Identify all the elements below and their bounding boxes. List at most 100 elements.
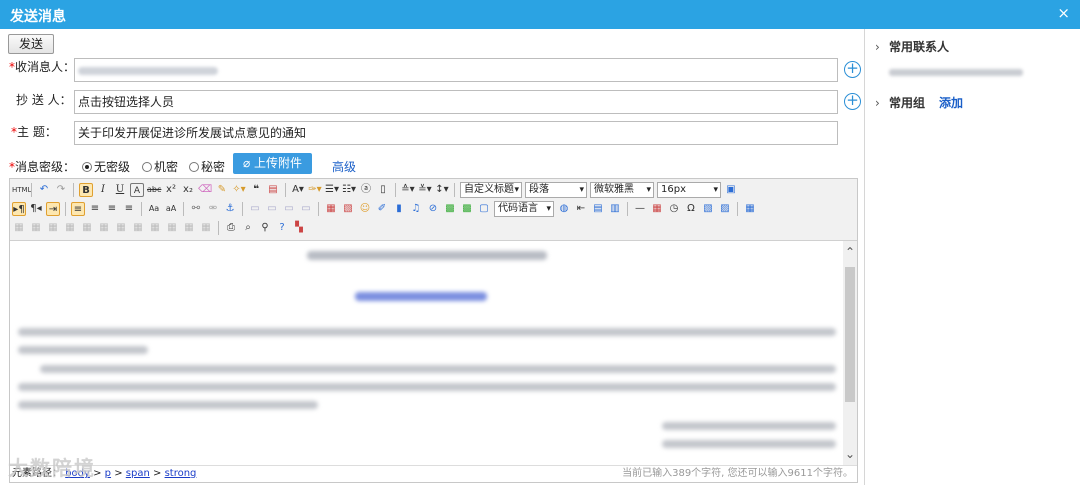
code-language-select[interactable]: 代码语言 (494, 201, 554, 217)
bold-icon[interactable]: B (79, 183, 93, 197)
image-left-icon[interactable]: ▭ (265, 202, 279, 216)
music-icon[interactable]: ♫ (409, 202, 423, 216)
auto-format-icon[interactable]: ✧▾ (232, 183, 246, 197)
split-rows-icon[interactable]: ▦ (182, 221, 196, 235)
draft-icon[interactable]: ▚ (292, 221, 306, 235)
scrawl-icon[interactable]: ✐ (375, 202, 389, 216)
date-icon[interactable]: ▦ (650, 202, 664, 216)
split-cols-icon[interactable]: ▦ (199, 221, 213, 235)
emotion-icon[interactable]: ☺ (358, 202, 372, 216)
image-none-icon[interactable]: ▭ (248, 202, 262, 216)
cc-field[interactable]: 点击按钮选择人员 (74, 90, 838, 114)
italic-icon[interactable]: I (96, 183, 110, 197)
multi-image-icon[interactable]: ▧ (341, 202, 355, 216)
security-option-none[interactable]: 无密级 (82, 158, 130, 175)
insert-paragraph-before-table-icon[interactable]: ▦ (29, 221, 43, 235)
delete-col-icon[interactable]: ▦ (97, 221, 111, 235)
background-icon[interactable]: ▤ (591, 202, 605, 216)
security-option-secret[interactable]: 秘密 (189, 158, 225, 175)
blockquote-icon[interactable]: ❝ (249, 183, 263, 197)
recipient-field[interactable] (74, 58, 838, 82)
add-group-link[interactable]: 添加 (939, 96, 963, 110)
delete-table-icon[interactable]: ▦ (12, 221, 26, 235)
delete-row-icon[interactable]: ▦ (63, 221, 77, 235)
editor-scrollbar[interactable]: ⌃ ⌄ (843, 241, 857, 465)
row-spacing-bottom-icon[interactable]: ≚▾ (418, 183, 432, 197)
frequent-groups-toggle[interactable]: › 常用组 添加 (875, 94, 963, 111)
insert-table-icon[interactable]: ▦ (743, 202, 757, 216)
page-break-icon[interactable]: ⇤ (574, 202, 588, 216)
indent-icon[interactable]: ⇥ (46, 202, 60, 216)
html-source-icon[interactable]: HTML (12, 183, 31, 197)
path-p-link[interactable]: p (105, 468, 111, 479)
highlight-icon[interactable]: ✑▾ (308, 183, 322, 197)
unordered-list-icon[interactable]: ☷▾ (342, 183, 356, 197)
fullscreen-icon[interactable]: ▣ (724, 183, 738, 197)
upload-attachment-button[interactable]: ⌀ 上传附件 (233, 153, 312, 174)
help-icon[interactable]: ? (275, 221, 289, 235)
frequent-contacts-toggle[interactable]: › 常用联系人 (875, 38, 949, 55)
chevron-up-icon[interactable]: ⌃ (844, 245, 856, 259)
snapscreen-icon[interactable]: ▨ (718, 202, 732, 216)
align-right-icon[interactable]: ≡ (105, 202, 119, 216)
uppercase-icon[interactable]: Aa (147, 202, 161, 216)
security-option-confidential[interactable]: 机密 (142, 158, 178, 175)
path-span-link[interactable]: span (126, 468, 150, 479)
unlink-icon[interactable]: ⚮ (206, 202, 220, 216)
scroll-thumb[interactable] (845, 267, 855, 402)
horizontal-rule-icon[interactable]: — (633, 202, 647, 216)
line-height-icon[interactable]: ↕▾ (435, 183, 449, 197)
editor-content[interactable] (10, 241, 843, 465)
gmap-icon[interactable]: ▩ (460, 202, 474, 216)
insert-row-icon[interactable]: ▦ (46, 221, 60, 235)
attachment-icon[interactable]: ⊘ (426, 202, 440, 216)
image-right-icon[interactable]: ▭ (282, 202, 296, 216)
font-size-select[interactable]: 16px (657, 182, 721, 198)
select-all-icon[interactable]: ⓐ (359, 183, 373, 197)
insert-col-icon[interactable]: ▦ (80, 221, 94, 235)
superscript-icon[interactable]: x² (164, 183, 178, 197)
merge-cells-icon[interactable]: ▦ (114, 221, 128, 235)
time-icon[interactable]: ◷ (667, 202, 681, 216)
link-icon[interactable]: ⚯ (189, 202, 203, 216)
insert-frame-icon[interactable]: ▢ (477, 202, 491, 216)
undo-icon[interactable]: ↶ (37, 183, 51, 197)
insert-image-icon[interactable]: ▦ (324, 202, 338, 216)
merge-right-icon[interactable]: ▦ (131, 221, 145, 235)
map-icon[interactable]: ▩ (443, 202, 457, 216)
row-spacing-top-icon[interactable]: ≙▾ (401, 183, 415, 197)
clear-doc-icon[interactable]: ▯ (376, 183, 390, 197)
wordimage-icon[interactable]: ▧ (701, 202, 715, 216)
font-color-icon[interactable]: A▾ (291, 183, 305, 197)
align-left-icon[interactable]: ≡ (71, 202, 85, 216)
paste-text-icon[interactable]: ▤ (266, 183, 280, 197)
align-justify-icon[interactable]: ≡ (122, 202, 136, 216)
insert-video-icon[interactable]: ▮ (392, 202, 406, 216)
rtl-icon[interactable]: ¶◂ (29, 202, 43, 216)
special-chars-icon[interactable]: Ω (684, 202, 698, 216)
font-family-select[interactable]: 微软雅黑 (590, 182, 654, 198)
redo-icon[interactable]: ↷ (54, 183, 68, 197)
close-icon[interactable]: × (1057, 4, 1070, 22)
template-icon[interactable]: ◍ (557, 202, 571, 216)
send-button[interactable]: 发送 (8, 34, 54, 54)
paragraph-select[interactable]: 段落 (525, 182, 587, 198)
chevron-down-icon[interactable]: ⌄ (844, 447, 856, 461)
image-center-icon[interactable]: ▭ (299, 202, 313, 216)
lowercase-icon[interactable]: aA (164, 202, 178, 216)
advanced-link[interactable]: 高级 (332, 158, 356, 175)
align-center-icon[interactable]: ≡ (88, 202, 102, 216)
split-cells-icon[interactable]: ▦ (165, 221, 179, 235)
ordered-list-icon[interactable]: ☰▾ (325, 183, 339, 197)
subject-field[interactable]: 关于印发开展促进诊所发展试点意见的通知 (74, 121, 838, 145)
preview-icon[interactable]: ⌕ (241, 221, 255, 235)
blurred-contact-item[interactable] (889, 69, 1023, 76)
underline-icon[interactable]: U (113, 183, 127, 197)
font-border-icon[interactable]: A (130, 183, 144, 197)
format-brush-icon[interactable]: ✎ (215, 183, 229, 197)
add-recipient-icon[interactable]: + (844, 61, 861, 78)
print-icon[interactable]: ⎙ (224, 221, 238, 235)
strikethrough-icon[interactable]: abc (147, 183, 161, 197)
anchor-icon[interactable]: ⚓ (223, 202, 237, 216)
charts-icon[interactable]: ▥ (608, 202, 622, 216)
